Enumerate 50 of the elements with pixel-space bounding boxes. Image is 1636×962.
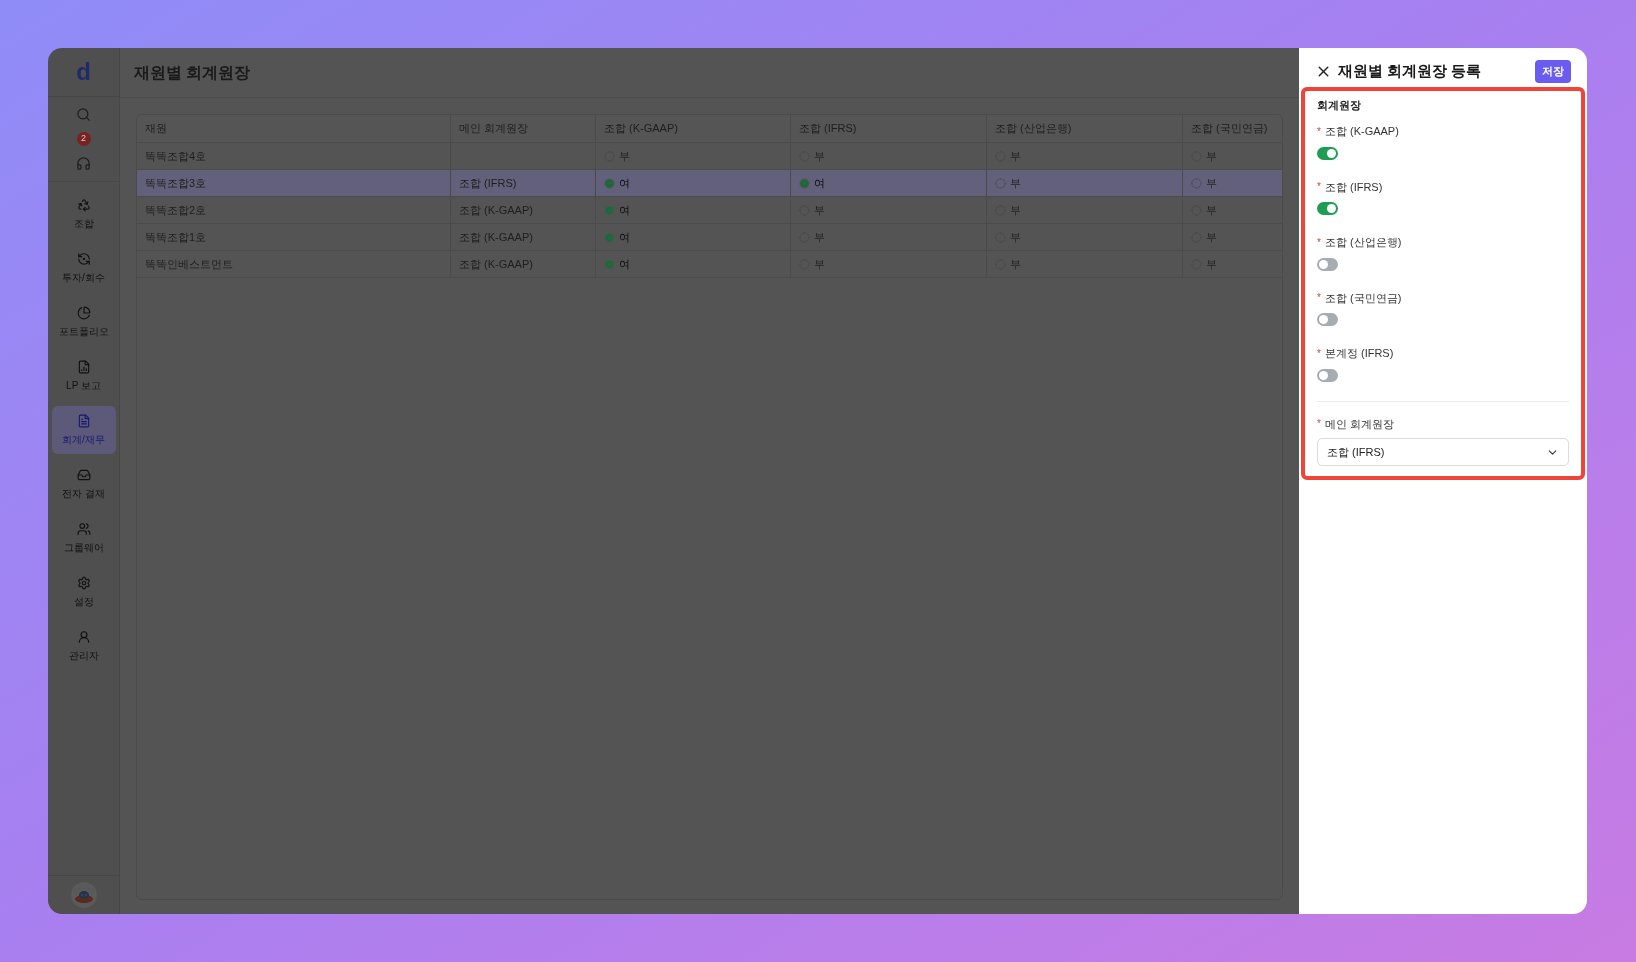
refresh-icon [76,251,91,266]
table-row[interactable]: 똑똑조합3호 조합 (IFRS) 여 여 부 부 [137,170,1282,197]
table-cell-text: 조합 (IFRS) [459,175,517,191]
inbox-icon [76,467,91,482]
document-icon [76,413,91,428]
toggle-switch[interactable] [1317,313,1338,326]
users-icon [76,521,91,536]
settings-icon [76,575,91,590]
table-cell-text: 여 [619,202,630,218]
required-mark: * [1317,180,1321,195]
field-label: 메인 회계원장 [1324,416,1394,432]
recycle-icon [76,197,91,212]
table-cell-text: 여 [619,229,630,245]
table-cell-text: 여 [619,175,630,191]
search-icon[interactable] [76,107,91,122]
table-cell-text: 여 [814,175,825,191]
required-mark: * [1317,346,1321,361]
notification-badge[interactable]: 2 [76,132,91,146]
headphones-icon[interactable] [76,156,91,171]
toggle-switch[interactable] [1317,146,1338,160]
table-cell-text: 부 [1206,175,1217,191]
sidebar-item[interactable]: 설정 [51,568,116,616]
field-label: 본계정 (IFRS) [1324,346,1394,361]
table-cell-text: 똑똑조합3호 [145,175,207,191]
field-label: 조합 (IFRS) [1324,179,1383,195]
section-title: 회계원장 [1317,97,1362,113]
drawer-title: 재원별 회계원장 등록 [1338,61,1482,81]
select-field[interactable]: 조합 (IFRS) [1317,438,1569,466]
field-label: 조합 (산업은행) [1324,235,1402,250]
pie-chart-icon [76,305,91,320]
sidebar-item[interactable]: 회계/재무 [51,406,116,454]
sidebar-item[interactable]: 투자/회수 [51,244,116,292]
required-mark: * [1317,417,1321,432]
toggle-switch[interactable] [1317,368,1338,382]
field-label: 조합 (K-GAAP) [1324,124,1399,139]
required-mark: * [1317,124,1321,139]
required-mark: * [1317,235,1321,250]
field-label: 조합 (국민연금) [1324,290,1402,306]
toggle-switch[interactable] [1317,202,1338,215]
avatar[interactable] [70,882,97,908]
toggle-switch[interactable] [1317,257,1338,271]
sidebar-item[interactable]: 관리자 [51,622,116,670]
user-icon [76,629,91,644]
save-button[interactable]: 저장 [1535,60,1571,83]
table-cell-text: 부 [1010,175,1021,191]
chart-file-icon [76,359,91,374]
page-title: 재원별 회계원장 [134,62,251,83]
required-mark: * [1317,291,1321,306]
sidebar-item[interactable]: 포트폴리오 [51,298,116,346]
table-cell-text: 여 [619,256,630,272]
